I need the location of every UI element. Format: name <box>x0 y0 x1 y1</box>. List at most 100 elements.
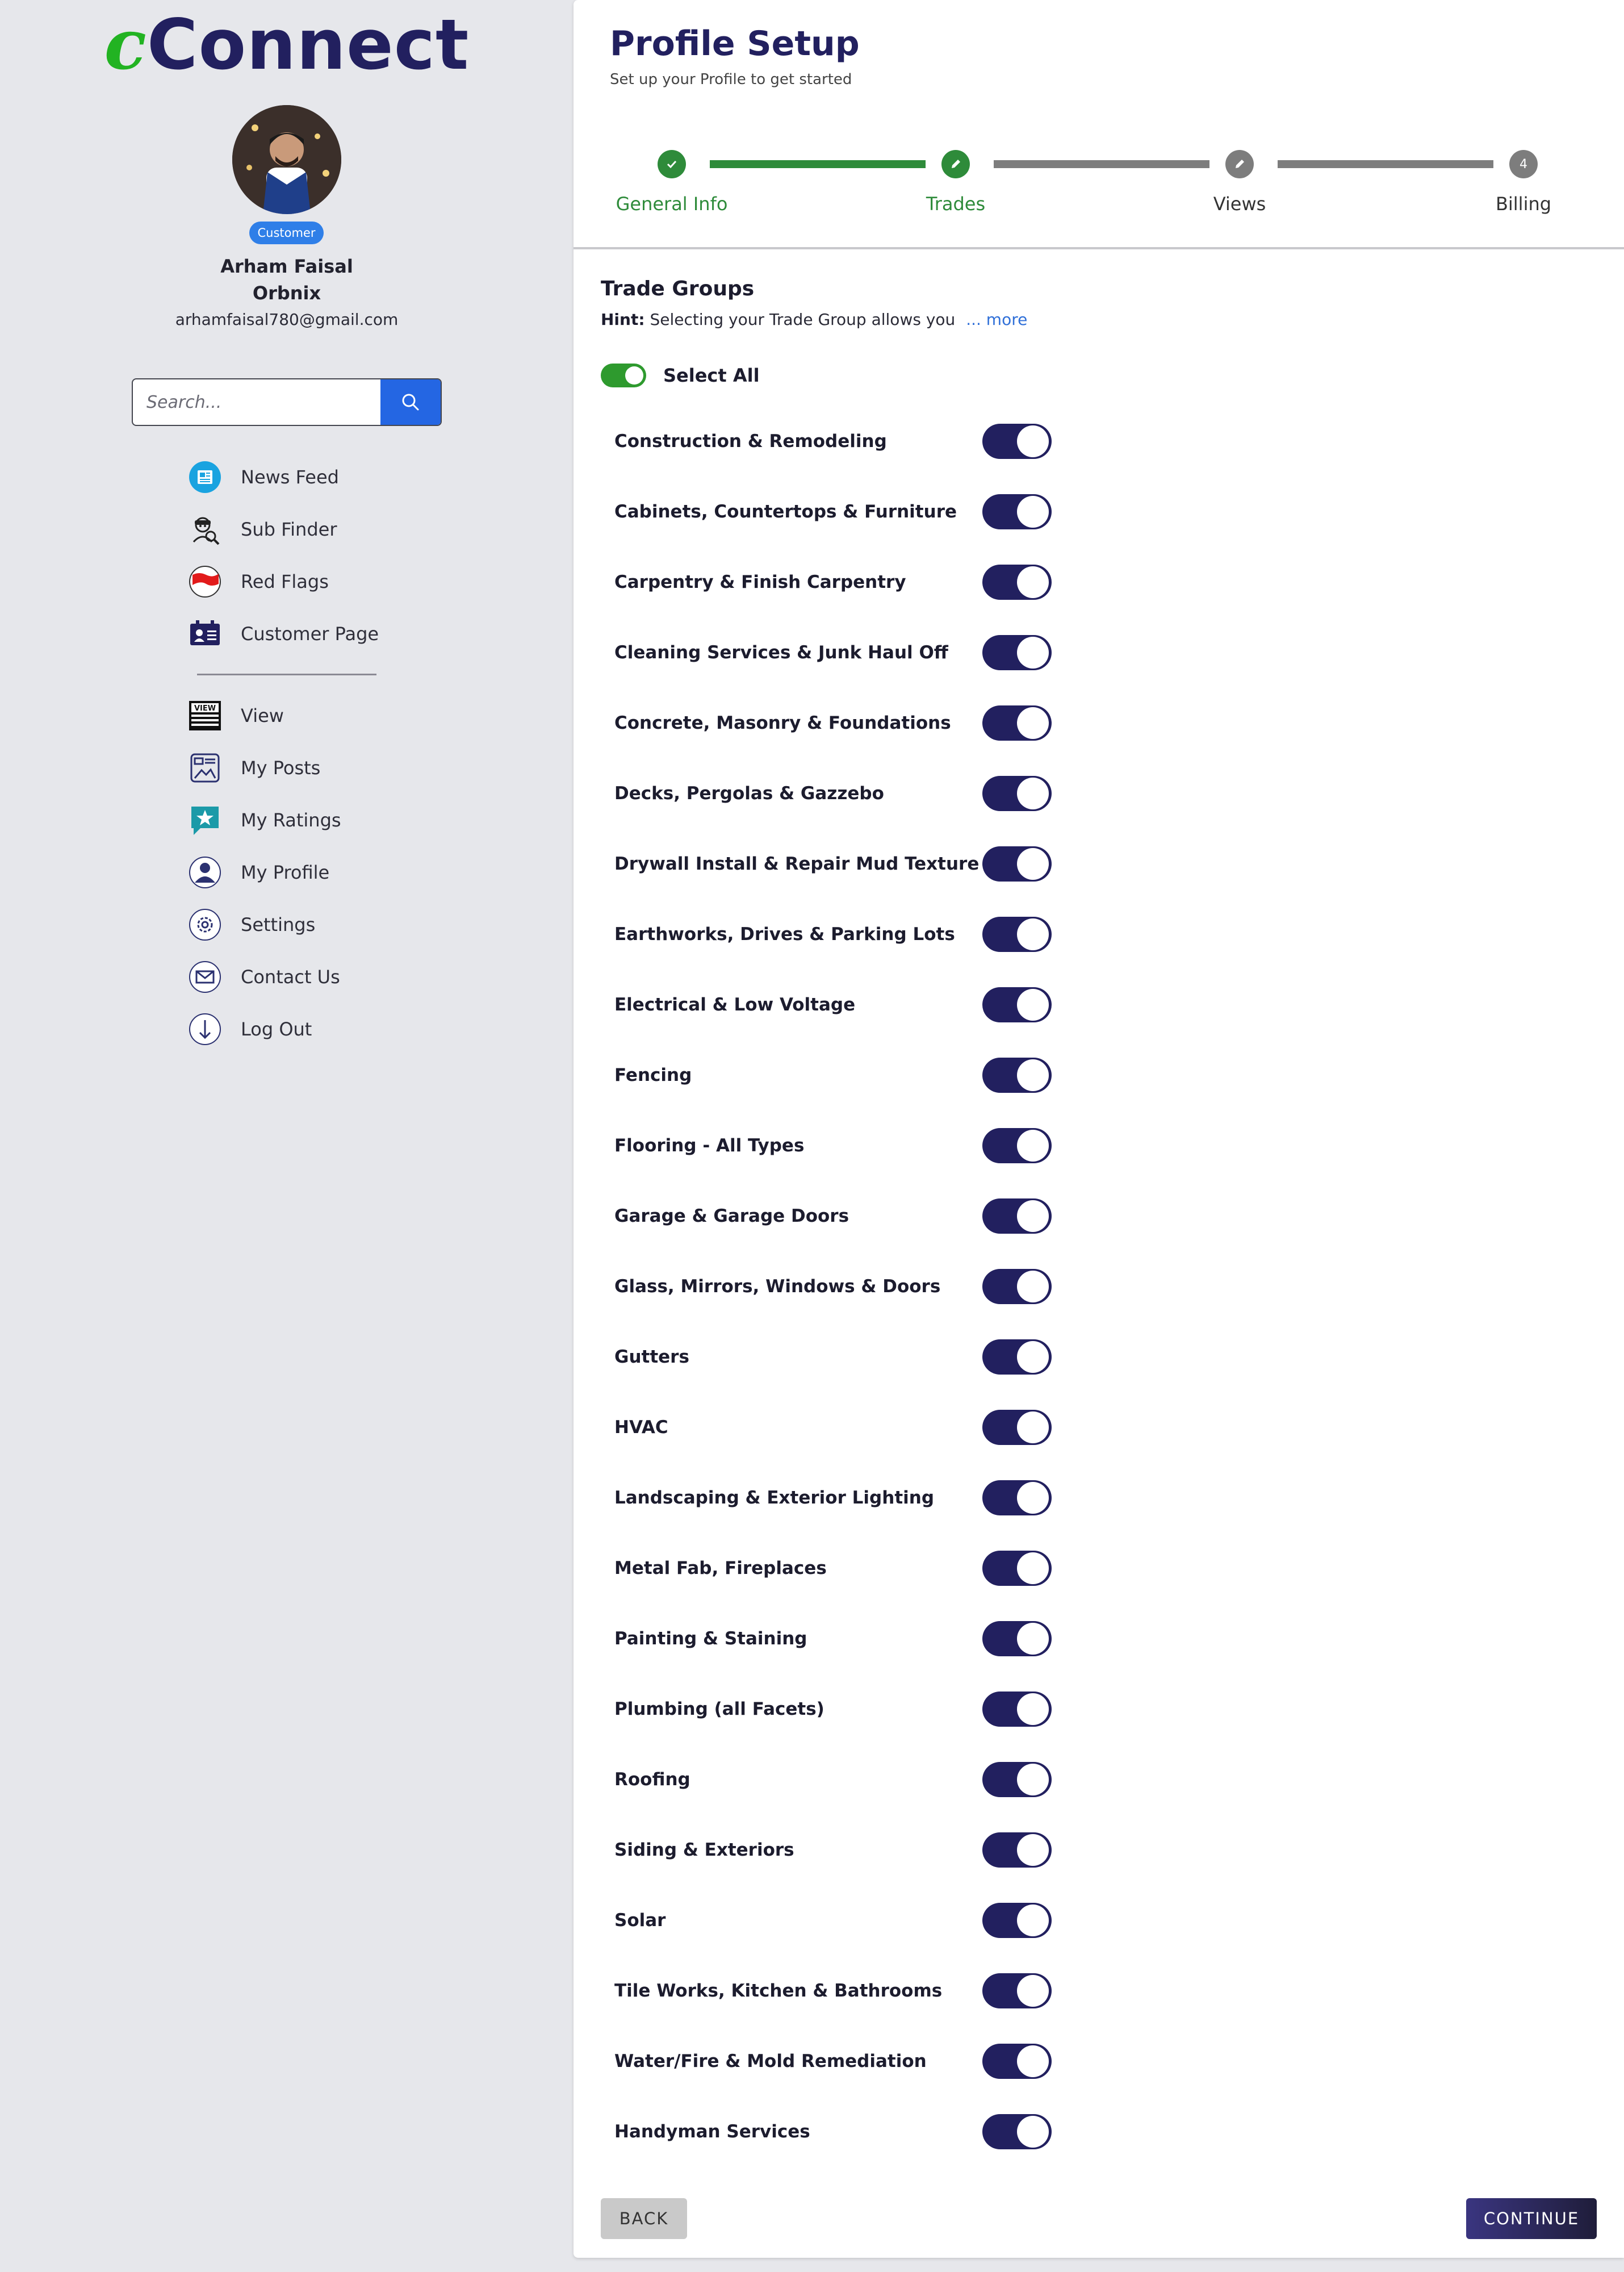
step-trades-dot[interactable] <box>941 150 970 178</box>
trade-toggle[interactable] <box>982 494 1052 529</box>
trade-toggle[interactable] <box>982 2114 1052 2149</box>
step-connector-pending <box>1278 160 1493 168</box>
nav-label: View <box>241 705 284 726</box>
select-all-toggle[interactable] <box>601 364 646 387</box>
nav-label: Customer Page <box>241 623 379 645</box>
trade-label: HVAC <box>614 1417 668 1438</box>
step-label-trades[interactable]: Trades <box>870 193 1041 215</box>
avatar[interactable] <box>232 105 341 214</box>
trade-row: Fencing <box>614 1053 1069 1098</box>
select-all-label: Select All <box>663 365 760 386</box>
toggle-knob <box>1017 1905 1049 1936</box>
trade-label: Carpentry & Finish Carpentry <box>614 572 906 592</box>
app-logo[interactable]: cConnect <box>0 5 574 85</box>
search-button[interactable] <box>380 379 441 425</box>
svg-text:VIEW: VIEW <box>194 704 216 713</box>
trade-toggle[interactable] <box>982 917 1052 952</box>
toggle-knob <box>1017 707 1049 739</box>
trade-label: Water/Fire & Mold Remediation <box>614 2051 927 2071</box>
trade-toggle[interactable] <box>982 1692 1052 1727</box>
nav-item-sub-finder[interactable]: Sub Finder <box>187 509 426 549</box>
trade-toggle[interactable] <box>982 1621 1052 1656</box>
toggle-knob <box>1017 637 1049 669</box>
toggle-knob <box>1017 1130 1049 1162</box>
toggle-knob <box>1017 1059 1049 1091</box>
trade-label: Garage & Garage Doors <box>614 1206 849 1226</box>
toggle-knob <box>1017 1271 1049 1302</box>
nav-item-log-out[interactable]: Log Out <box>187 1009 426 1049</box>
back-button[interactable]: BACK <box>601 2198 687 2239</box>
trade-toggle[interactable] <box>982 776 1052 811</box>
user-company: Orbnix <box>252 282 321 304</box>
trade-toggle[interactable] <box>982 705 1052 741</box>
nav-label: My Ratings <box>241 809 341 831</box>
trade-row: Drywall Install & Repair Mud Texture <box>614 841 1069 887</box>
hint-more-link[interactable]: ... more <box>966 310 1027 329</box>
trade-row: Metal Fab, Fireplaces <box>614 1546 1069 1591</box>
trade-row: Glass, Mirrors, Windows & Doors <box>614 1264 1069 1309</box>
nav-item-view[interactable]: VIEW View <box>187 696 426 736</box>
nav-label: Red Flags <box>241 571 329 592</box>
nav-divider <box>197 674 376 675</box>
continue-button[interactable]: CONTINUE <box>1466 2198 1597 2239</box>
toggle-knob <box>1017 1200 1049 1232</box>
step-label-general-info[interactable]: General Info <box>587 193 757 215</box>
nav-item-my-ratings[interactable]: My Ratings <box>187 800 426 840</box>
trade-label: Handyman Services <box>614 2121 810 2142</box>
trade-label: Roofing <box>614 1769 690 1790</box>
nav-label: My Profile <box>241 862 330 883</box>
trade-toggle[interactable] <box>982 1551 1052 1586</box>
nav-item-settings[interactable]: Settings <box>187 905 426 945</box>
trade-toggle[interactable] <box>982 1410 1052 1445</box>
header-divider <box>574 247 1624 249</box>
nav-item-red-flags[interactable]: Red Flags <box>187 562 426 602</box>
nav-item-my-profile[interactable]: My Profile <box>187 853 426 892</box>
toggle-knob <box>1017 1482 1049 1514</box>
step-views-dot[interactable] <box>1225 150 1254 178</box>
trade-toggle[interactable] <box>982 1832 1052 1868</box>
trade-label: Drywall Install & Repair Mud Texture <box>614 854 980 874</box>
trade-toggle[interactable] <box>982 1903 1052 1938</box>
toggle-knob <box>1017 989 1049 1021</box>
trade-row: Tile Works, Kitchen & Bathrooms <box>614 1968 1069 2014</box>
trade-toggle[interactable] <box>982 846 1052 882</box>
nav-label: My Posts <box>241 757 321 779</box>
trade-toggle[interactable] <box>982 1762 1052 1797</box>
nav-item-news-feed[interactable]: News Feed <box>187 457 426 497</box>
toggle-knob <box>1017 918 1049 950</box>
trade-toggle[interactable] <box>982 2044 1052 2079</box>
nav-item-customer-page[interactable]: Customer Page <box>187 614 426 654</box>
trade-toggle[interactable] <box>982 1128 1052 1163</box>
step-label-views[interactable]: Views <box>1154 193 1325 215</box>
trade-toggle[interactable] <box>982 1198 1052 1234</box>
trade-label: Concrete, Masonry & Foundations <box>614 713 951 733</box>
trade-toggle[interactable] <box>982 1058 1052 1093</box>
trade-toggle[interactable] <box>982 987 1052 1022</box>
toggle-knob <box>1017 2116 1049 2148</box>
mail-icon <box>187 959 223 995</box>
trade-label: Flooring - All Types <box>614 1135 805 1156</box>
trade-row: Roofing <box>614 1757 1069 1802</box>
step-label-billing[interactable]: Billing <box>1438 193 1609 215</box>
toggle-knob <box>1017 1693 1049 1725</box>
logout-icon <box>187 1012 223 1047</box>
sidebar: cConnect Customer Arham Faisal Orbnix ar… <box>0 0 574 2272</box>
search-input[interactable] <box>133 379 382 425</box>
step-billing-dot[interactable]: 4 <box>1509 150 1538 178</box>
trade-toggle[interactable] <box>982 1269 1052 1304</box>
hint-body: Selecting your Trade Group allows you <box>650 310 956 329</box>
trade-toggle[interactable] <box>982 1339 1052 1375</box>
trade-row: Electrical & Low Voltage <box>614 982 1069 1028</box>
toggle-knob <box>1017 2045 1049 2077</box>
trade-toggle[interactable] <box>982 635 1052 670</box>
trade-toggle[interactable] <box>982 565 1052 600</box>
trade-toggle[interactable] <box>982 1480 1052 1515</box>
toggle-knob <box>1017 778 1049 809</box>
nav-item-contact-us[interactable]: Contact Us <box>187 957 426 997</box>
step-general-info-dot[interactable] <box>658 150 686 178</box>
nav-item-my-posts[interactable]: My Posts <box>187 748 426 788</box>
trade-toggle[interactable] <box>982 424 1052 459</box>
role-badge: Customer <box>249 222 324 244</box>
trade-label: Construction & Remodeling <box>614 431 887 452</box>
trade-toggle[interactable] <box>982 1973 1052 2008</box>
